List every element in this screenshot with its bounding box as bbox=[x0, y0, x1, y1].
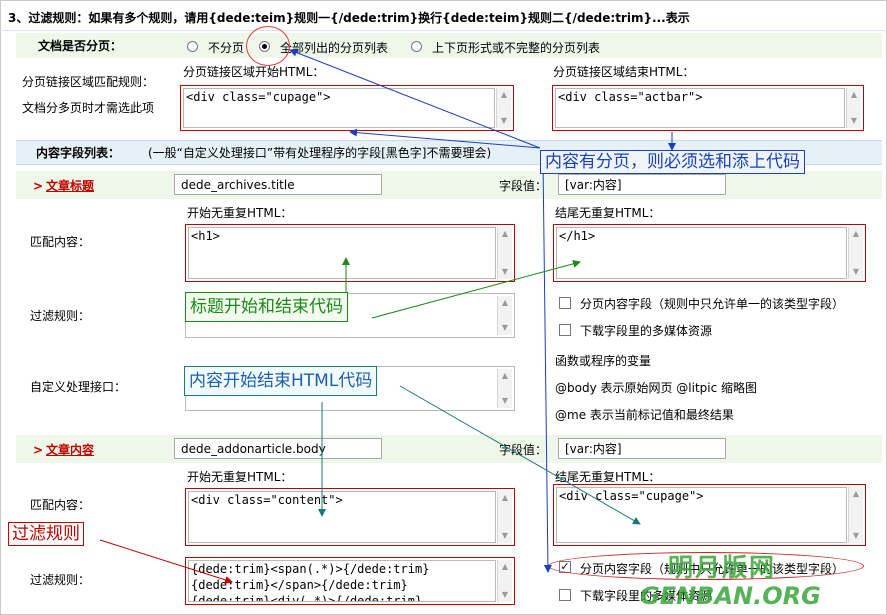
arrow-to-paging-check bbox=[542, 159, 552, 573]
watermark-url: GENBAN.ORG bbox=[640, 582, 821, 610]
arrow-to-filter bbox=[99, 539, 233, 584]
arrow-to-title-end bbox=[371, 259, 581, 319]
arrow-to-radio bbox=[289, 48, 541, 149]
annotation-arrows bbox=[99, 48, 676, 584]
arrow-to-start bbox=[349, 128, 541, 149]
watermark-logo: 明月版网 bbox=[668, 553, 777, 582]
paging-annotation: 内容有分页，则必须选和添上代码 bbox=[540, 150, 805, 174]
arrow-to-body-end bbox=[399, 385, 641, 525]
title-annotation: 标题开始和结束代码 bbox=[185, 292, 348, 322]
filter-annotation: 过滤规则 bbox=[8, 522, 84, 546]
content-annotation: 内容开始结束HTML代码 bbox=[184, 366, 378, 396]
